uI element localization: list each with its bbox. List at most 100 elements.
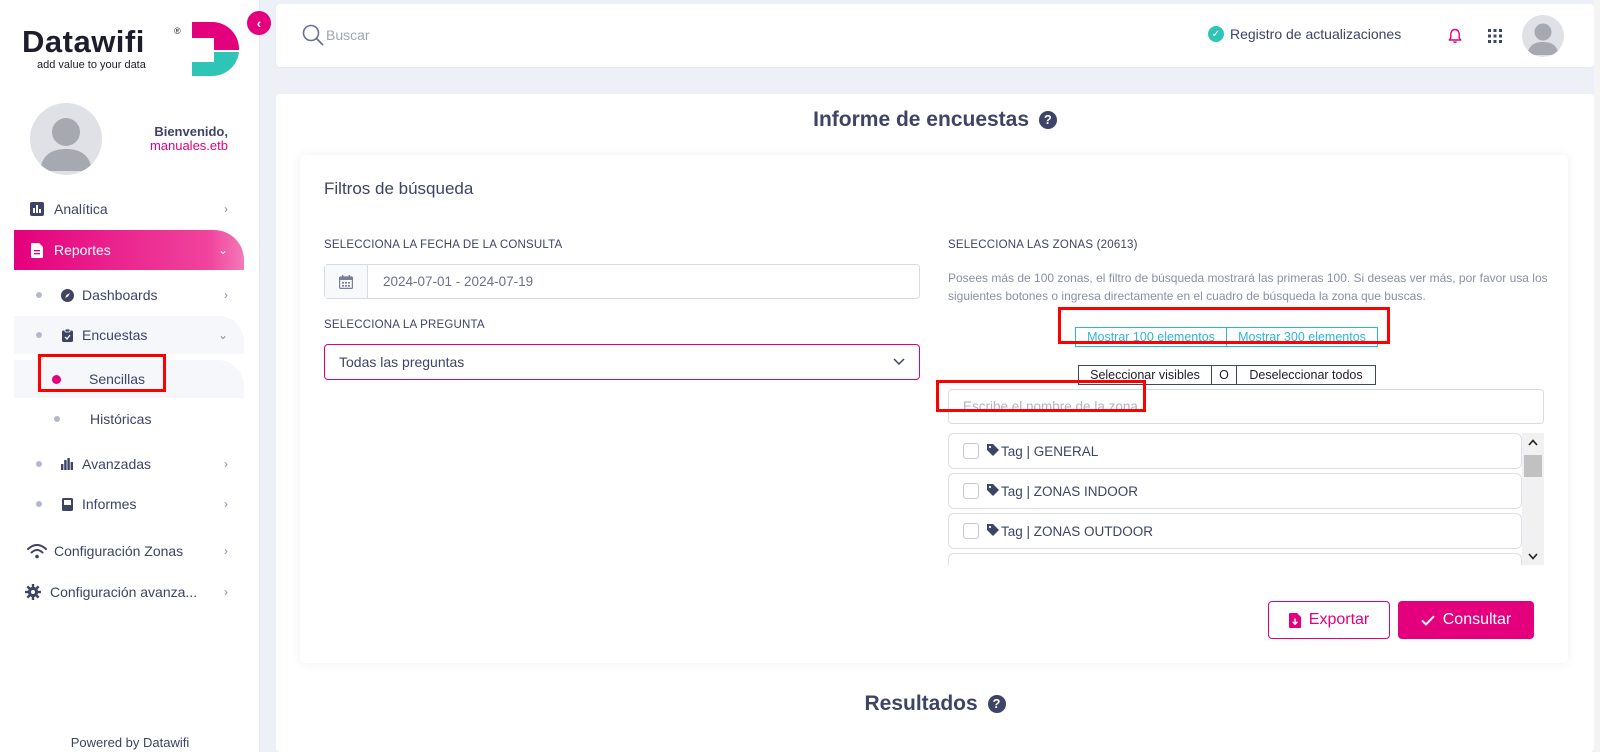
zone-list-item[interactable]: Tag | ZONAS OUTDOOR — [948, 513, 1522, 549]
sidebar-subitem-label: Encuestas — [82, 327, 148, 343]
check-circle-icon: ✓ — [1208, 26, 1224, 42]
zone-label: Tag | ZONAS OUTDOOR — [1001, 523, 1154, 539]
question-select[interactable]: Todas las preguntas — [324, 344, 920, 380]
sidebar-item-configuracion-zonas[interactable]: Configuración Zonas › — [14, 532, 244, 570]
sidebar-subitem-dashboards[interactable]: Dashboards › — [14, 276, 244, 314]
logo-registered-mark: ® — [174, 26, 181, 36]
scroll-down-arrow-icon[interactable] — [1522, 547, 1544, 565]
show-100-button[interactable]: Mostrar 100 elementos — [1075, 327, 1227, 347]
zones-help-text: Posees más de 100 zonas, el filtro de bú… — [948, 271, 1548, 303]
bullet-dot — [36, 332, 42, 338]
wifi-icon — [24, 543, 50, 559]
sidebar-subsubitem-historicas[interactable]: Históricas — [14, 400, 244, 438]
sidebar-item-label: Reportes — [54, 242, 111, 258]
chevron-right-icon: › — [224, 585, 228, 599]
consult-button[interactable]: Consultar — [1398, 601, 1534, 639]
chevron-right-icon: › — [224, 497, 228, 511]
zone-label: Tag | GENERAL — [1001, 443, 1099, 459]
scroll-up-arrow-icon[interactable] — [1522, 433, 1544, 451]
tag-icon — [987, 443, 999, 459]
sidebar-subsubitem-sencillas[interactable]: Sencillas — [14, 360, 244, 398]
username-text: manuales.etb — [149, 138, 228, 153]
zone-label: Tag | ZONAS INDOOR — [1001, 483, 1139, 499]
sidebar-item-configuracion-avanzada[interactable]: Configuración avanza... › — [14, 573, 244, 611]
question-label: SELECCIONA LA PREGUNTA — [324, 319, 485, 331]
header-user-avatar[interactable] — [1522, 15, 1564, 57]
chevron-right-icon: › — [224, 288, 228, 302]
apps-grid-icon[interactable] — [1488, 29, 1502, 43]
deselect-all-button[interactable]: Deseleccionar todos — [1236, 365, 1376, 385]
logo-tagline: add value to your data — [37, 59, 146, 71]
date-range-value: 2024-07-01 - 2024-07-19 — [383, 274, 534, 289]
page-title-text: Informe de encuestas — [813, 108, 1030, 131]
collapse-sidebar-button[interactable]: ‹ — [247, 11, 271, 35]
user-silhouette-icon — [1527, 23, 1559, 55]
welcome-text: Bienvenido, — [154, 124, 228, 139]
chevron-right-icon: › — [224, 202, 228, 216]
bullet-dot — [54, 416, 60, 422]
export-button[interactable]: Exportar — [1268, 601, 1390, 639]
clipboard-icon — [60, 328, 74, 342]
date-range-picker[interactable]: 2024-07-01 - 2024-07-19 — [324, 264, 920, 299]
user-avatar[interactable] — [30, 103, 102, 175]
sidebar-item-label: Configuración Zonas — [54, 543, 184, 559]
sidebar-subsubitem-label: Sencillas — [89, 371, 146, 387]
search-icon — [302, 24, 324, 46]
zone-list-scrollbar[interactable] — [1522, 433, 1544, 565]
select-visible-button[interactable]: Seleccionar visibles — [1078, 365, 1212, 385]
sidebar-item-reportes[interactable]: Reportes ⌄ — [14, 230, 244, 270]
tag-icon — [987, 523, 999, 539]
updates-log-label: Registro de actualizaciones — [1230, 26, 1402, 42]
zone-list-item[interactable]: Tag | ZONAS INDOOR — [948, 473, 1522, 509]
tag-icon — [987, 483, 999, 499]
chevron-left-icon: ‹ — [256, 15, 262, 31]
book-icon — [60, 497, 74, 511]
chevron-down-icon: ⌄ — [217, 328, 228, 342]
question-select-value: Todas las preguntas — [339, 354, 465, 370]
sidebar-subitem-label: Informes — [82, 496, 137, 512]
sidebar-subitem-avanzadas[interactable]: Avanzadas › — [14, 445, 244, 483]
sidebar-subitem-label: Dashboards — [82, 287, 158, 303]
sidebar-subitem-encuestas[interactable]: Encuestas ⌄ — [14, 316, 244, 354]
top-header: ✓ Registro de actualizaciones — [276, 4, 1594, 67]
chevron-right-icon: › — [224, 457, 228, 471]
chevron-down-icon: ⌄ — [217, 243, 228, 257]
updates-log-link[interactable]: ✓ Registro de actualizaciones — [1208, 26, 1401, 42]
main-panel: Informe de encuestas ? Filtros de búsque… — [276, 94, 1594, 752]
help-icon[interactable]: ? — [1038, 110, 1057, 129]
search-filters-card: Filtros de búsqueda SELECCIONA LA FECHA … — [300, 155, 1568, 663]
chart-icon — [24, 202, 50, 216]
export-label: Exportar — [1308, 611, 1370, 628]
zone-list-item[interactable]: Tag | GENERAL — [948, 433, 1522, 469]
results-title-text: Resultados — [864, 692, 978, 715]
scrollbar-thumb[interactable] — [1524, 455, 1542, 477]
sidebar: Datawifi ® add value to your data Bienve… — [0, 0, 260, 752]
zone-list-item-partial[interactable] — [948, 553, 1522, 565]
datawifi-logo[interactable]: Datawifi ® add value to your data — [22, 20, 242, 80]
powered-by-footer: Powered by Datawifi — [70, 735, 190, 750]
bullet-dot — [36, 501, 42, 507]
zone-search-input[interactable] — [948, 389, 1544, 424]
sidebar-subsubitem-label: Históricas — [90, 411, 152, 427]
bell-icon[interactable] — [1447, 28, 1463, 44]
help-icon[interactable]: ? — [987, 694, 1006, 713]
chevron-down-icon — [893, 355, 905, 369]
page-title: Informe de encuestas ? — [276, 108, 1594, 132]
document-icon — [24, 242, 50, 258]
zone-list: Tag | GENERAL Tag | ZONAS INDOOR Tag | Z… — [948, 433, 1544, 565]
zone-checkbox[interactable] — [963, 523, 979, 539]
bullet-dot — [36, 292, 42, 298]
check-icon — [1421, 615, 1435, 626]
bar-chart-icon — [60, 458, 74, 470]
sidebar-item-analitica[interactable]: Analítica › — [14, 190, 244, 228]
filters-title: Filtros de búsqueda — [324, 179, 474, 198]
gear-icon — [20, 584, 46, 600]
sidebar-subitem-informes[interactable]: Informes › — [14, 485, 244, 523]
bullet-dot — [36, 461, 42, 467]
page-scrollbar[interactable] — [1594, 0, 1600, 752]
global-search-input[interactable] — [326, 22, 626, 48]
zone-checkbox[interactable] — [963, 483, 979, 499]
zone-checkbox[interactable] — [963, 443, 979, 459]
welcome-block: Bienvenido, manuales.etb — [120, 125, 228, 153]
show-300-button[interactable]: Mostrar 300 elementos — [1226, 327, 1378, 347]
